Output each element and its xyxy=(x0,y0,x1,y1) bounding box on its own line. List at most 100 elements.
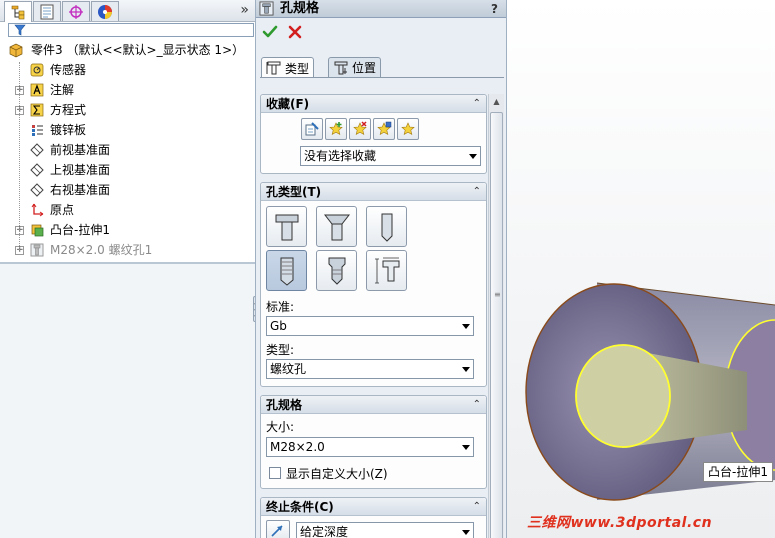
hole-type-group: 孔类型(T) ⌃ 标准: Gb 类型: 螺纹孔 xyxy=(260,182,487,387)
tree-root-label: 零件3 （默认<<默认>_显示状态 1>） xyxy=(31,43,245,57)
tree-item[interactable]: + 方程式 xyxy=(0,100,255,120)
delete-favorite-button[interactable] xyxy=(349,118,371,140)
tab-position-label: 位置 xyxy=(352,61,377,75)
hole-spec-group: 孔规格 ⌃ 大小: M28×2.0 显示自定义大小(Z) xyxy=(260,395,487,489)
delete-favorite-star-icon xyxy=(353,121,367,136)
type-select-value: 螺纹孔 xyxy=(270,362,307,376)
type-label: 类型: xyxy=(266,343,295,357)
tree-item[interactable]: + 凸台-拉伸1 xyxy=(0,220,255,240)
tapped-hole-icon xyxy=(280,257,294,286)
tree-item-label: M28×2.0 螺纹孔1 xyxy=(50,243,153,257)
tree-connector-line xyxy=(19,62,20,252)
tree-item-label: 凸台-拉伸1 xyxy=(50,223,110,237)
tree-item[interactable]: 镀锌板 xyxy=(0,120,255,140)
ok-check-icon[interactable] xyxy=(262,24,278,40)
type-select[interactable]: 螺纹孔 xyxy=(266,359,474,379)
collapse-double-chevron-icon[interactable]: ⌃ xyxy=(473,183,481,201)
add-favorite-button[interactable] xyxy=(325,118,347,140)
help-button[interactable]: ? xyxy=(491,0,498,18)
tree-item[interactable]: 传感器 xyxy=(0,60,255,80)
collapse-double-chevron-icon[interactable]: ⌃ xyxy=(473,95,481,113)
collapse-double-chevron-icon[interactable]: ⌃ xyxy=(473,396,481,414)
feature-tree-icon xyxy=(11,5,25,20)
hole-spec-title: 孔规格 xyxy=(266,398,303,412)
display-tab[interactable] xyxy=(91,1,119,21)
property-manager-scrollbar[interactable]: ▲ ≡ xyxy=(488,94,504,538)
end-condition-select[interactable]: 给定深度 xyxy=(296,522,474,538)
graphics-area[interactable]: 凸台-拉伸1 三维网www.3dportal.cn xyxy=(507,0,775,538)
tree-item-label: 注解 xyxy=(50,83,75,97)
counterbore-button[interactable] xyxy=(266,206,307,247)
tree-item-label: 右视基准面 xyxy=(50,183,111,197)
feature-manager-panel: » 零件3 （默认<<默认>_显示状态 1>） 传感器 + 注解 + 方程式 镀锌板 前视基… xyxy=(0,0,260,538)
part-icon xyxy=(9,43,23,58)
tree-item[interactable]: + 注解 xyxy=(0,80,255,100)
tree-filter-input[interactable] xyxy=(8,23,254,37)
plane-icon xyxy=(30,143,44,157)
scroll-up-icon[interactable]: ▲ xyxy=(489,94,504,109)
tree-root-part[interactable]: 零件3 （默认<<默认>_显示状态 1>） xyxy=(0,40,255,60)
annotation-icon xyxy=(30,83,44,97)
legacy-hole-button[interactable] xyxy=(366,250,407,291)
favorites-group-header[interactable]: 收藏(F) ⌃ xyxy=(261,95,486,113)
hole-position-tab-icon xyxy=(334,61,348,74)
dropdown-arrow-icon xyxy=(462,445,470,450)
load-favorite-star-icon xyxy=(401,122,415,136)
tree-item[interactable]: 原点 xyxy=(0,200,255,220)
tree-item[interactable]: 前视基准面 xyxy=(0,140,255,160)
featuremanager-tab[interactable] xyxy=(4,1,32,22)
tree-item-label: 传感器 xyxy=(50,63,87,77)
tapped-hole-button[interactable] xyxy=(266,250,307,291)
propertymanager-tab[interactable] xyxy=(33,1,61,21)
property-icon xyxy=(40,4,54,19)
pipe-tap-icon xyxy=(328,257,346,285)
counterbore-icon xyxy=(275,214,299,241)
apply-defaults-button[interactable] xyxy=(301,118,323,140)
hole-type-title: 孔类型(T) xyxy=(266,185,322,199)
equation-icon xyxy=(30,103,44,117)
feature-manager-empty-area xyxy=(0,264,255,538)
end-condition-group-header[interactable]: 终止条件(C) ⌃ xyxy=(261,498,486,516)
collapse-double-chevron-icon[interactable]: ⌃ xyxy=(473,498,481,516)
reverse-direction-button[interactable] xyxy=(266,520,290,538)
size-select[interactable]: M28×2.0 xyxy=(266,437,474,457)
load-favorite-button[interactable] xyxy=(397,118,419,140)
dropdown-arrow-icon xyxy=(462,367,470,372)
feature-tooltip: 凸台-拉伸1 xyxy=(703,462,773,482)
configuration-tab[interactable] xyxy=(62,1,90,21)
tree-item[interactable]: 上视基准面 xyxy=(0,160,255,180)
end-condition-group: 终止条件(C) ⌃ 给定深度 xyxy=(260,497,487,538)
tapped-hole-edge[interactable] xyxy=(575,344,671,448)
cancel-x-icon[interactable] xyxy=(287,24,303,40)
hole-type-group-header[interactable]: 孔类型(T) ⌃ xyxy=(261,183,486,201)
hole-spec-group-header[interactable]: 孔规格 ⌃ xyxy=(261,396,486,414)
origin-icon xyxy=(31,203,44,217)
feature-manager-tabs: » xyxy=(0,0,255,22)
countersink-button[interactable] xyxy=(316,206,357,247)
tree-item[interactable]: 右视基准面 xyxy=(0,180,255,200)
favorites-group: 收藏(F) ⌃ 没有选择收藏 xyxy=(260,94,487,174)
expand-chevron-icon[interactable]: » xyxy=(240,2,249,18)
size-label: 大小: xyxy=(266,420,295,434)
tab-type[interactable]: 类型 xyxy=(261,57,315,78)
tree-item[interactable]: + M28×2.0 螺纹孔1 xyxy=(0,240,255,260)
pipe-tap-button[interactable] xyxy=(316,250,357,291)
size-select-value: M28×2.0 xyxy=(270,440,325,454)
favorites-select[interactable]: 没有选择收藏 xyxy=(300,146,481,166)
model-viewport[interactable] xyxy=(507,0,775,538)
save-favorite-button[interactable] xyxy=(373,118,395,140)
apply-defaults-icon xyxy=(305,122,319,136)
hole-icon xyxy=(30,243,44,257)
standard-select[interactable]: Gb xyxy=(266,316,474,336)
scrollbar-thumb[interactable]: ≡ xyxy=(490,112,503,538)
scrollbar-grip-icon: ≡ xyxy=(494,290,501,299)
tab-position[interactable]: 位置 xyxy=(328,57,382,77)
simple-hole-button[interactable] xyxy=(366,206,407,247)
filter-icon xyxy=(14,24,26,36)
tab-divider xyxy=(260,77,504,78)
extrude-icon xyxy=(31,224,44,237)
tree-item-label: 原点 xyxy=(50,203,75,217)
feature-tree: 零件3 （默认<<默认>_显示状态 1>） 传感器 + 注解 + 方程式 镀锌板 前视基准面… xyxy=(0,40,255,260)
legacy-hole-icon xyxy=(375,257,400,284)
custom-size-checkbox[interactable] xyxy=(269,467,281,479)
